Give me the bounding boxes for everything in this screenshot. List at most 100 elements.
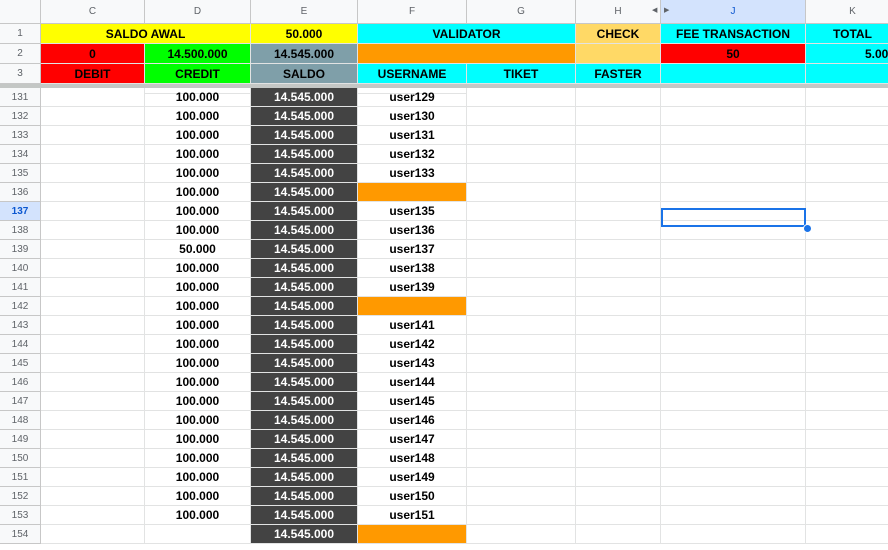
faster-cell[interactable]	[576, 107, 661, 126]
faster-cell[interactable]	[576, 164, 661, 183]
debit-cell[interactable]	[41, 259, 145, 278]
frozen-cell[interactable]: SALDO AWAL	[41, 24, 251, 44]
total-cell[interactable]	[806, 354, 888, 373]
column-header-f[interactable]: F	[358, 0, 467, 24]
faster-cell[interactable]	[576, 88, 661, 107]
credit-cell[interactable]: 100.000	[145, 202, 251, 221]
fee-cell[interactable]	[661, 297, 806, 316]
debit-cell[interactable]	[41, 506, 145, 525]
row-number[interactable]: 150	[0, 449, 41, 468]
tiket-cell[interactable]	[467, 297, 576, 316]
tiket-cell[interactable]	[467, 183, 576, 202]
fee-cell[interactable]	[661, 107, 806, 126]
debit-cell[interactable]	[41, 297, 145, 316]
credit-cell[interactable]: 100.000	[145, 126, 251, 145]
credit-cell[interactable]: 100.000	[145, 278, 251, 297]
username-cell[interactable]	[358, 297, 467, 316]
hidden-columns-right-arrow-icon[interactable]: ▶	[664, 6, 669, 14]
saldo-cell[interactable]: 14.545.000	[251, 145, 358, 164]
username-cell[interactable]: user130	[358, 107, 467, 126]
faster-cell[interactable]	[576, 145, 661, 164]
debit-cell[interactable]	[41, 183, 145, 202]
faster-cell[interactable]	[576, 240, 661, 259]
username-cell[interactable]: user135	[358, 202, 467, 221]
fee-cell[interactable]	[661, 335, 806, 354]
debit-cell[interactable]	[41, 525, 145, 544]
row-number[interactable]: 135	[0, 164, 41, 183]
row-number[interactable]: 134	[0, 145, 41, 164]
tiket-cell[interactable]	[467, 88, 576, 107]
total-cell[interactable]	[806, 449, 888, 468]
tiket-cell[interactable]	[467, 392, 576, 411]
saldo-cell[interactable]: 14.545.000	[251, 506, 358, 525]
tiket-cell[interactable]	[467, 468, 576, 487]
total-cell[interactable]	[806, 88, 888, 107]
faster-cell[interactable]	[576, 468, 661, 487]
debit-cell[interactable]	[41, 392, 145, 411]
tiket-cell[interactable]	[467, 221, 576, 240]
frozen-cell[interactable]: TOTAL	[806, 24, 888, 44]
credit-cell[interactable]: 100.000	[145, 107, 251, 126]
faster-cell[interactable]	[576, 202, 661, 221]
username-cell[interactable]: user139	[358, 278, 467, 297]
fee-cell[interactable]	[661, 373, 806, 392]
debit-cell[interactable]	[41, 411, 145, 430]
debit-cell[interactable]	[41, 278, 145, 297]
credit-cell[interactable]: 100.000	[145, 335, 251, 354]
total-cell[interactable]	[806, 240, 888, 259]
total-cell[interactable]	[806, 411, 888, 430]
frozen-cell[interactable]: USERNAME	[358, 64, 467, 84]
saldo-cell[interactable]: 14.545.000	[251, 88, 358, 107]
credit-cell[interactable]: 100.000	[145, 183, 251, 202]
tiket-cell[interactable]	[467, 316, 576, 335]
fee-cell[interactable]	[661, 126, 806, 145]
total-cell[interactable]	[806, 316, 888, 335]
total-cell[interactable]	[806, 259, 888, 278]
fee-cell[interactable]	[661, 145, 806, 164]
total-cell[interactable]	[806, 525, 888, 544]
fill-handle[interactable]	[803, 224, 812, 233]
faster-cell[interactable]	[576, 430, 661, 449]
saldo-cell[interactable]: 14.545.000	[251, 259, 358, 278]
username-cell[interactable]: user132	[358, 145, 467, 164]
debit-cell[interactable]	[41, 240, 145, 259]
column-header-k[interactable]: K	[806, 0, 888, 24]
total-cell[interactable]	[806, 183, 888, 202]
tiket-cell[interactable]	[467, 525, 576, 544]
row-number[interactable]: 149	[0, 430, 41, 449]
tiket-cell[interactable]	[467, 240, 576, 259]
saldo-cell[interactable]: 14.545.000	[251, 411, 358, 430]
frozen-cell[interactable]: 50	[661, 44, 806, 64]
frozen-cell[interactable]: 0	[41, 44, 145, 64]
saldo-cell[interactable]: 14.545.000	[251, 525, 358, 544]
username-cell[interactable]: user150	[358, 487, 467, 506]
fee-cell[interactable]	[661, 183, 806, 202]
username-cell[interactable]: user141	[358, 316, 467, 335]
saldo-cell[interactable]: 14.545.000	[251, 468, 358, 487]
row-number[interactable]: 151	[0, 468, 41, 487]
faster-cell[interactable]	[576, 506, 661, 525]
fee-cell[interactable]	[661, 468, 806, 487]
credit-cell[interactable]: 100.000	[145, 88, 251, 107]
row-number[interactable]: 147	[0, 392, 41, 411]
credit-cell[interactable]: 100.000	[145, 449, 251, 468]
faster-cell[interactable]	[576, 354, 661, 373]
debit-cell[interactable]	[41, 468, 145, 487]
faster-cell[interactable]	[576, 335, 661, 354]
username-cell[interactable]: user129	[358, 88, 467, 107]
total-cell[interactable]	[806, 297, 888, 316]
row-number[interactable]: 3	[0, 64, 41, 84]
saldo-cell[interactable]: 14.545.000	[251, 183, 358, 202]
username-cell[interactable]: user142	[358, 335, 467, 354]
username-cell[interactable]: user144	[358, 373, 467, 392]
frozen-cell[interactable]: 14.545.000	[251, 44, 358, 64]
row-number[interactable]: 152	[0, 487, 41, 506]
saldo-cell[interactable]: 14.545.000	[251, 354, 358, 373]
debit-cell[interactable]	[41, 487, 145, 506]
row-number[interactable]: 142	[0, 297, 41, 316]
saldo-cell[interactable]: 14.545.000	[251, 392, 358, 411]
credit-cell[interactable]: 100.000	[145, 468, 251, 487]
tiket-cell[interactable]	[467, 278, 576, 297]
frozen-cell[interactable]	[358, 44, 576, 64]
credit-cell[interactable]: 100.000	[145, 221, 251, 240]
